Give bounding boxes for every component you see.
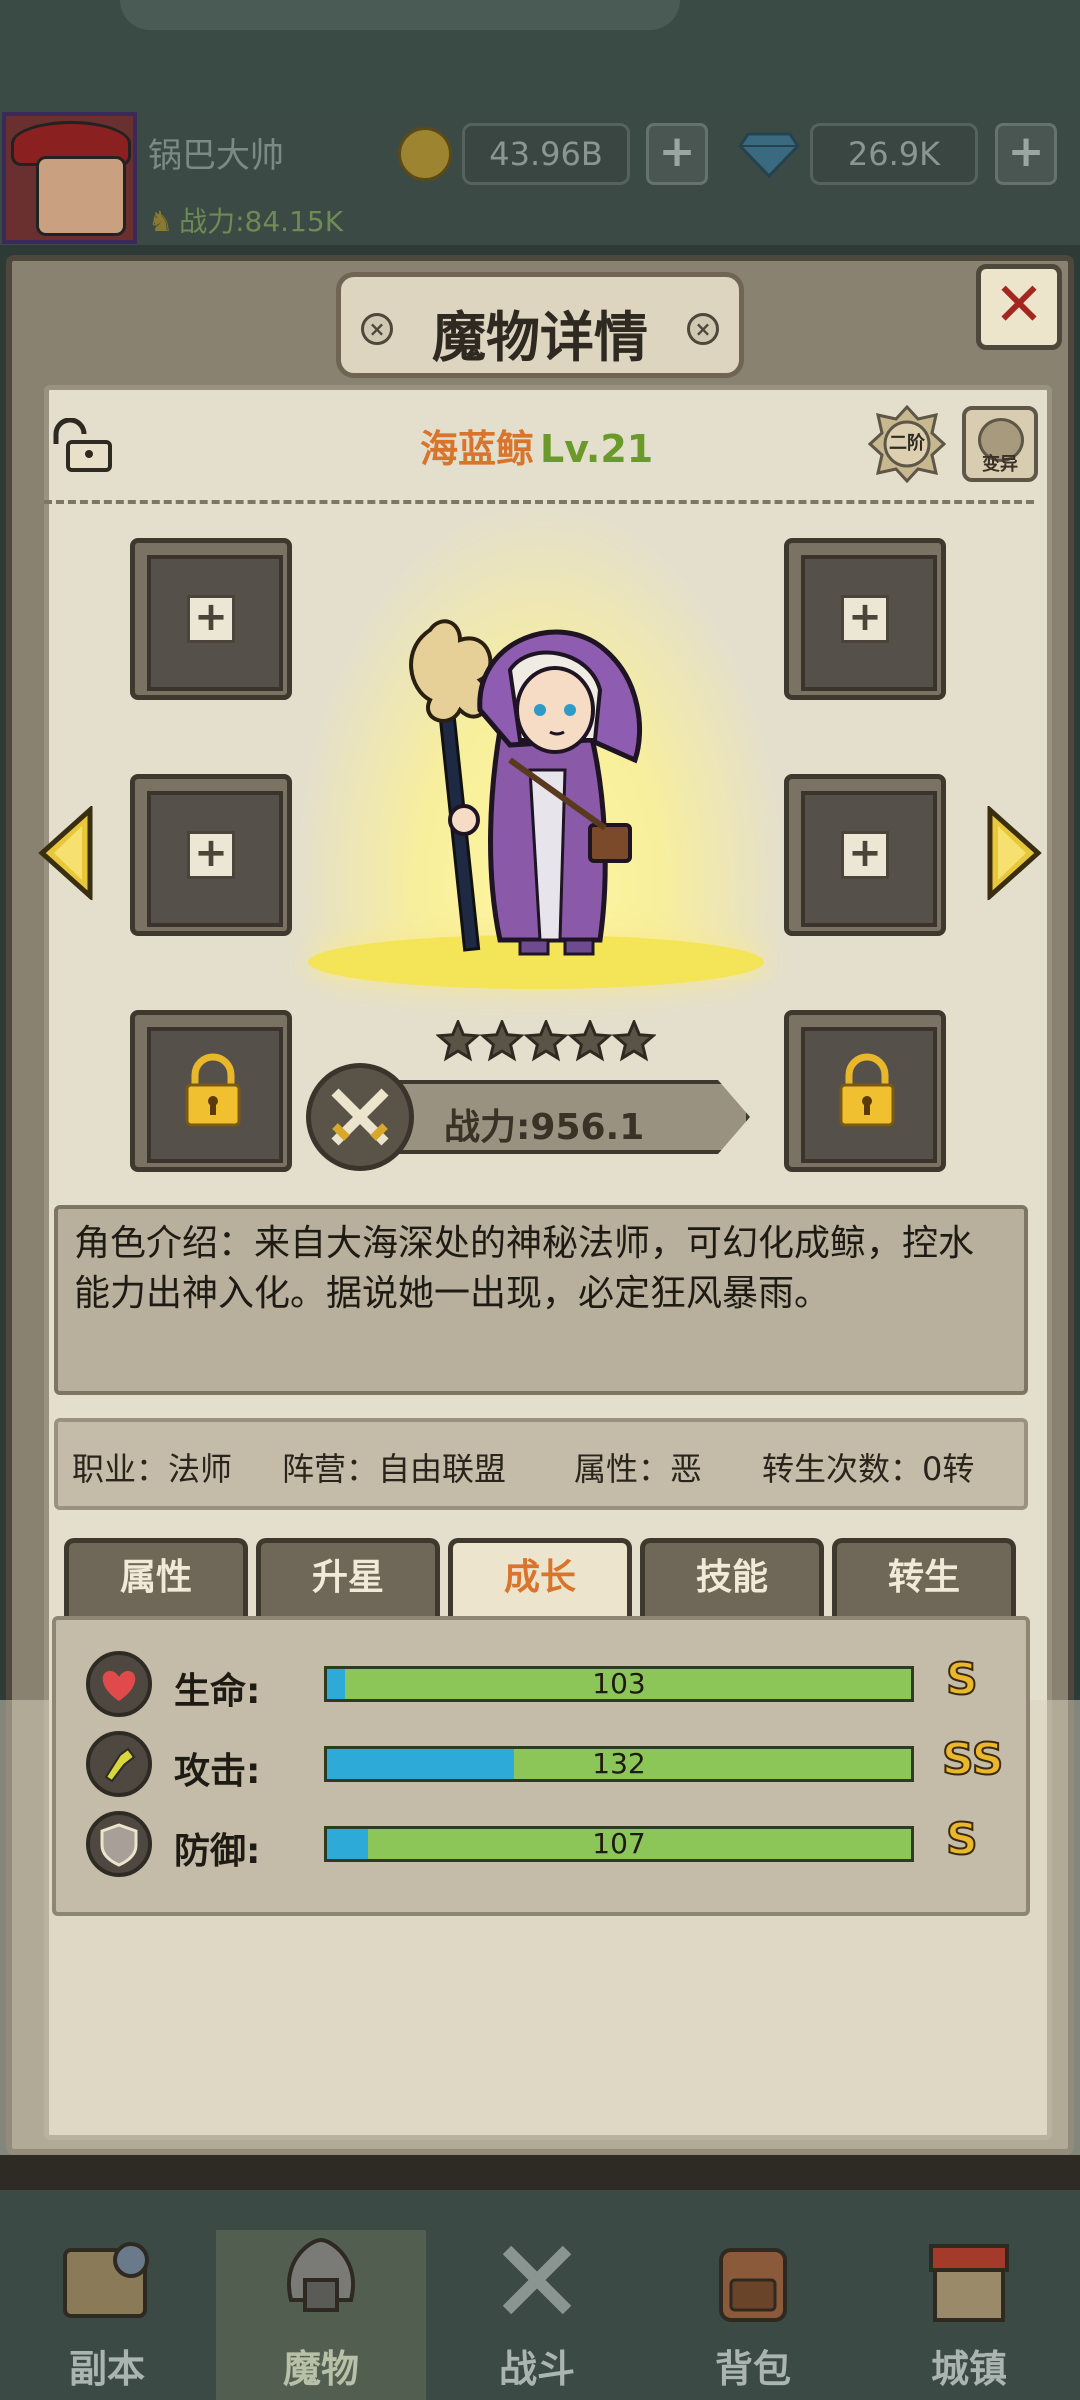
locked-slot[interactable]: [784, 1010, 946, 1172]
next-monster-arrow-icon[interactable]: [986, 806, 1042, 900]
attack-growth-bar: 132: [324, 1746, 914, 1782]
tab-attributes[interactable]: 属性: [64, 1538, 248, 1618]
monster-name: 海蓝鲸: [420, 427, 535, 471]
gem-amount: 26.9K: [810, 123, 978, 185]
star-icon: [523, 1020, 569, 1062]
tab-star-up[interactable]: 升星: [256, 1538, 440, 1618]
tab-rebirth[interactable]: 转生: [832, 1538, 1016, 1618]
nav-backpack-label: 背包: [714, 2347, 791, 2391]
padlock-icon: [839, 1053, 895, 1127]
crossed-swords-icon: [306, 1063, 414, 1171]
bottom-strip: [0, 2155, 1080, 2190]
hp-growth-bar: 103: [324, 1666, 914, 1702]
job-info: 职业：法师: [72, 1450, 233, 1488]
gem-icon: [738, 132, 800, 178]
mutate-label: 变异: [982, 454, 1018, 475]
hp-label: 生命:: [174, 1671, 261, 1712]
divider: [44, 500, 1034, 504]
nav-monsters[interactable]: 魔物: [216, 2230, 426, 2400]
add-equip-icon: +: [187, 831, 235, 879]
monster-level: Lv.21: [540, 427, 654, 471]
panel-title: 魔物详情: [432, 306, 648, 369]
attack-label: 攻击:: [174, 1751, 261, 1792]
star-rating: [436, 1020, 656, 1062]
prev-monster-arrow-icon[interactable]: [38, 806, 94, 900]
top-background: [0, 0, 1080, 110]
coin-icon: [398, 127, 452, 181]
heart-icon: [86, 1651, 152, 1717]
star-icon: [436, 1020, 481, 1062]
equip-slot[interactable]: +: [784, 774, 946, 936]
defense-label: 防御:: [174, 1831, 261, 1872]
defense-growth-bar: 107: [324, 1826, 914, 1862]
tab-skills[interactable]: 技能: [640, 1538, 824, 1618]
unlock-icon[interactable]: [48, 418, 114, 474]
stage-label: 二阶: [889, 433, 925, 454]
player-power: ♞ 战力:84.15K: [148, 200, 343, 240]
rebirth-info: 转生次数：0转: [762, 1450, 975, 1488]
add-equip-icon: +: [841, 595, 889, 643]
monster-name-row: 海蓝鲸 Lv.21: [420, 418, 653, 473]
star-icon: [479, 1020, 525, 1062]
monster-portrait[interactable]: [390, 610, 690, 960]
defense-grade: S: [945, 1813, 979, 1866]
hp-growth-value: 103: [592, 1667, 646, 1700]
helmet-icon: [287, 2237, 355, 2312]
padlock-icon: [185, 1053, 241, 1127]
shield-icon: [86, 1811, 152, 1877]
nav-town[interactable]: 城镇: [864, 2230, 1074, 2400]
nav-dungeon-label: 副本: [68, 2347, 145, 2391]
add-gems-button[interactable]: +: [995, 123, 1057, 185]
defense-growth-value: 107: [592, 1827, 646, 1860]
star-icon: [567, 1020, 613, 1062]
player-power-value: 战力:84.15K: [179, 205, 344, 238]
stage-badge: 二阶: [867, 404, 947, 484]
backpack-icon: [719, 2248, 787, 2322]
nav-dungeon[interactable]: 副本: [2, 2230, 212, 2400]
title-plate: × 魔物详情 ×: [336, 272, 744, 378]
bolt-icon: ×: [687, 313, 719, 345]
star-icon: [611, 1020, 656, 1062]
map-icon: [63, 2242, 149, 2318]
hp-grade: S: [945, 1653, 979, 1706]
monster-description: 角色介绍：来自大海深处的神秘法师，可幻化成鲸，控水能力出神入化。据说她一出现，必…: [54, 1205, 1028, 1395]
shield-graphic: [100, 1823, 138, 1867]
avatar-face: [36, 156, 126, 236]
monster-info-box: 职业：法师 阵营：自由联盟 属性：恶 转生次数：0转: [54, 1418, 1028, 1510]
town-icon: [929, 2244, 1009, 2322]
equip-slot[interactable]: +: [130, 774, 292, 936]
attack-growth-value: 132: [592, 1747, 646, 1780]
fist-icon: [86, 1731, 152, 1797]
nav-backpack[interactable]: 背包: [648, 2230, 858, 2400]
close-button[interactable]: ✕: [976, 264, 1062, 350]
attribute-info: 属性：恶: [574, 1450, 703, 1488]
locked-slot[interactable]: [130, 1010, 292, 1172]
power-icon: ♞: [148, 205, 174, 238]
player-name: 锅巴大帅: [148, 136, 284, 176]
crossed-swords-graphic: [331, 1088, 389, 1146]
add-equip-icon: +: [187, 595, 235, 643]
faction-info: 阵营：自由联盟: [282, 1450, 507, 1488]
monster-power: 战力:956.1: [444, 1107, 645, 1148]
nav-battle[interactable]: 战斗: [432, 2230, 642, 2400]
tab-growth[interactable]: 成长: [448, 1538, 632, 1618]
nav-town-label: 城镇: [930, 2347, 1007, 2391]
add-coins-button[interactable]: +: [646, 123, 708, 185]
nav-monsters-label: 魔物: [282, 2347, 359, 2391]
coin-amount: 43.96B: [462, 123, 630, 185]
fist-graphic: [104, 1747, 136, 1783]
attack-grade: SS: [941, 1733, 1004, 1786]
battle-swords-icon: [502, 2245, 572, 2315]
mutate-button[interactable]: 变异: [962, 406, 1038, 482]
add-equip-icon: +: [841, 831, 889, 879]
player-avatar[interactable]: [2, 112, 137, 244]
heart-graphic: [102, 1671, 136, 1701]
nav-battle-label: 战斗: [498, 2347, 575, 2391]
equip-slot[interactable]: +: [130, 538, 292, 700]
equip-slot[interactable]: +: [784, 538, 946, 700]
